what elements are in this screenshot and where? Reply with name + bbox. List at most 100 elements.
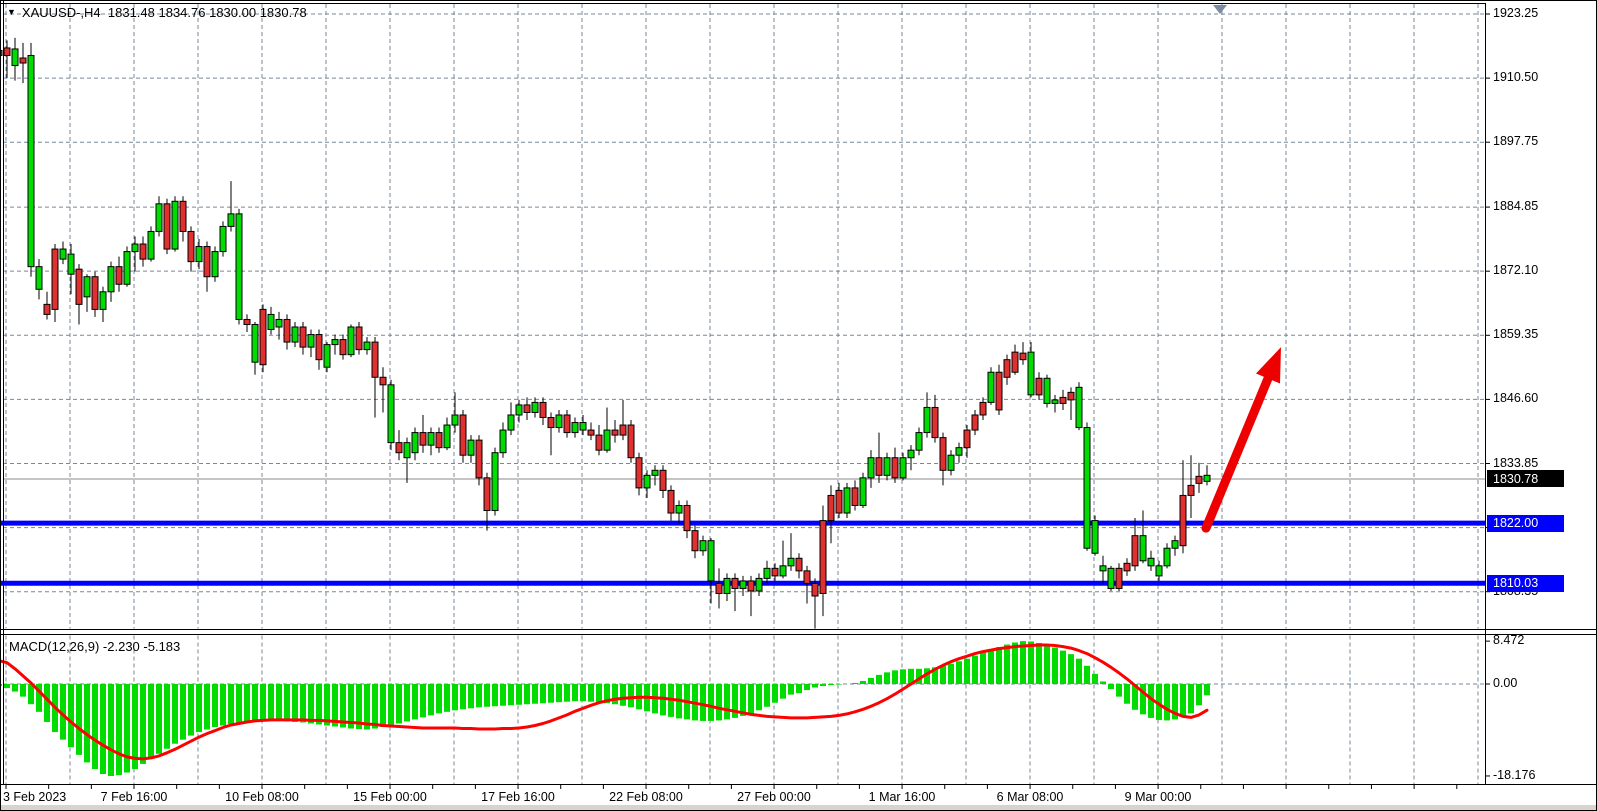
candle-body (788, 558, 794, 566)
candle-body (484, 478, 490, 511)
candle-body (764, 568, 770, 578)
macd-histogram-bar (756, 684, 762, 710)
candle-body (580, 423, 586, 431)
candle-body (68, 254, 74, 274)
macd-histogram-bar (812, 684, 818, 688)
candle-body (404, 443, 410, 458)
candle-body (868, 458, 874, 478)
candle-body (660, 470, 666, 490)
candle-body (436, 433, 442, 448)
macd-histogram-bar (860, 681, 866, 684)
candle-body (1028, 352, 1034, 395)
macd-histogram-bar (1124, 684, 1130, 704)
candle-body (228, 214, 234, 227)
candle-body (620, 425, 626, 435)
macd-histogram-bar (124, 684, 130, 773)
macd-histogram-bar (412, 684, 418, 719)
macd-histogram-bar (548, 684, 554, 703)
candle-body (964, 430, 970, 448)
candle-body (1004, 360, 1010, 378)
candle-body (420, 433, 426, 446)
macd-histogram-bar (580, 684, 586, 701)
candle-body (716, 583, 722, 593)
candle-body (124, 252, 130, 285)
macd-histogram-bar (220, 684, 226, 725)
candle-body (132, 244, 138, 252)
candle-body (820, 521, 826, 594)
candle-body (4, 48, 10, 56)
candle-body (708, 541, 714, 581)
candle-body (828, 495, 834, 520)
candle-body (508, 415, 514, 430)
candle-body (980, 402, 986, 415)
candle-body (220, 226, 226, 251)
candle-body (860, 478, 866, 506)
macd-histogram-bar (12, 684, 18, 692)
macd-histogram-bar (748, 684, 754, 713)
candle-body (204, 247, 210, 277)
macd-histogram-bar (308, 684, 314, 723)
candle-body (1108, 568, 1114, 588)
macd-axis-label: 8.472 (1493, 633, 1524, 647)
macd-histogram-bar (1204, 684, 1210, 695)
candle-body (308, 335, 314, 348)
macd-histogram-bar (532, 684, 538, 704)
price-axis-label: 1910.50 (1493, 70, 1538, 84)
macd-histogram-bar (228, 684, 234, 724)
candle-body (724, 578, 730, 593)
macd-histogram-bar (500, 684, 506, 706)
candle-body (1140, 536, 1146, 561)
trend-arrow-head[interactable] (1256, 347, 1281, 383)
candle-body (940, 438, 946, 471)
candle-body (804, 571, 810, 584)
macd-histogram-bar (284, 684, 290, 721)
price-axis-label: 1897.75 (1493, 134, 1538, 148)
candle-body (1148, 558, 1154, 566)
macd-histogram-bar (268, 684, 274, 721)
price-axis-label: 1872.10 (1493, 263, 1538, 277)
macd-histogram-bar (444, 684, 450, 712)
candle-body (372, 342, 378, 377)
macd-histogram-bar (1004, 645, 1010, 684)
macd-histogram-bar (4, 684, 10, 688)
chart-shift-marker-icon (1213, 5, 1227, 14)
candle-body (468, 440, 474, 455)
macd-histogram-bar (1, 684, 2, 686)
macd-histogram-bar (76, 684, 82, 755)
triangle-down-icon[interactable]: ▼ (7, 8, 16, 17)
macd-histogram-bar (876, 675, 882, 684)
candle-body (700, 541, 706, 551)
macd-histogram-bar (132, 684, 138, 769)
candle-body (388, 385, 394, 443)
macd-histogram-bar (788, 684, 794, 695)
macd-histogram-bar (1036, 643, 1042, 684)
macd-histogram-bar (1116, 684, 1122, 697)
macd-histogram-bar (820, 684, 826, 686)
candle-body (172, 201, 178, 249)
candle-body (92, 277, 98, 310)
candle-body (1164, 548, 1170, 566)
candle-body (476, 440, 482, 478)
macd-histogram-bar (316, 684, 322, 724)
price-axis-label: 1833.85 (1493, 456, 1538, 470)
trend-arrow-shaft[interactable] (1206, 375, 1270, 528)
macd-histogram-bar (108, 684, 114, 776)
candle-body (892, 458, 898, 478)
candle-body (740, 581, 746, 589)
candle-body (588, 430, 594, 435)
horizontal-scrollbar[interactable] (1, 805, 1597, 810)
macd-histogram-bar (516, 684, 522, 705)
macd-histogram-bar (764, 684, 770, 707)
price-axis-label: 1884.85 (1493, 199, 1538, 213)
price-chart-canvas[interactable] (1, 1, 1597, 811)
time-axis-label: 15 Feb 00:00 (353, 790, 427, 804)
candle-body (924, 407, 930, 432)
time-axis-label: 1 Mar 16:00 (869, 790, 936, 804)
candle-body (756, 578, 762, 591)
macd-histogram-bar (892, 670, 898, 684)
macd-histogram-bar (940, 666, 946, 684)
candle-body (1076, 387, 1082, 427)
macd-histogram-bar (612, 684, 618, 704)
macd-histogram-bar (236, 684, 242, 723)
candle-body (460, 415, 466, 455)
